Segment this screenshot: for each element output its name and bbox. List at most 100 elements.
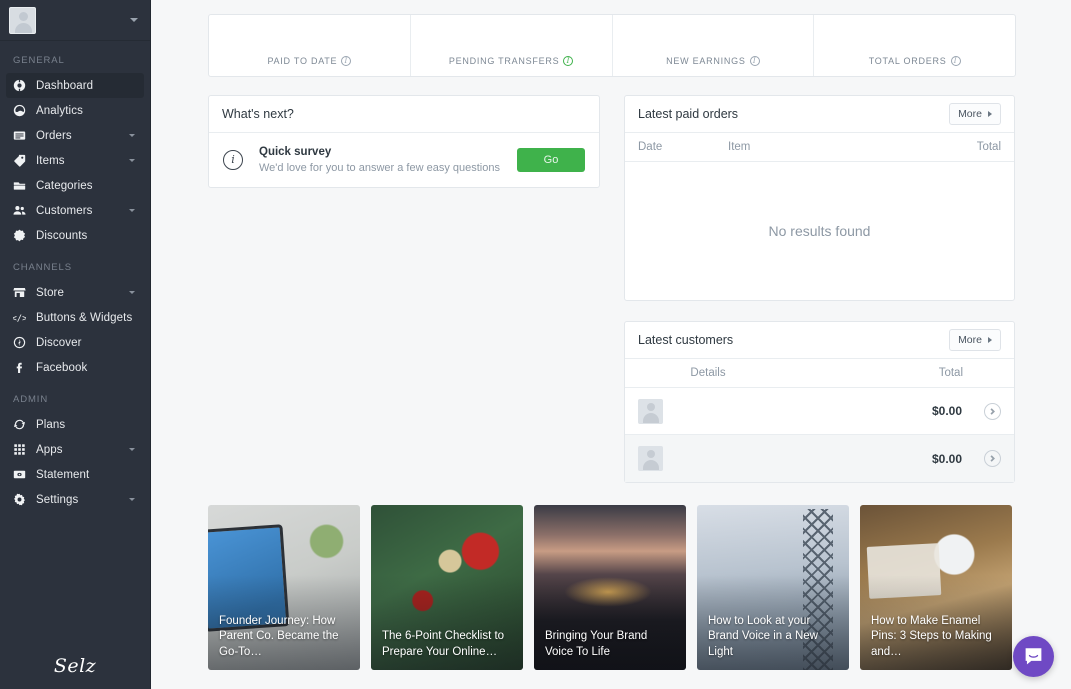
- blog-card[interactable]: The 6-Point Checklist to Prepare Your On…: [371, 505, 523, 670]
- sidebar-item-label: Store: [36, 286, 64, 299]
- latest-paid-orders-more-button[interactable]: More: [949, 103, 1001, 125]
- stat-card-new-earnings: NEW EARNINGS i: [613, 15, 815, 76]
- stat-label-text: PAID TO DATE: [267, 56, 338, 66]
- quick-survey-subtitle: We'd love for you to answer a few easy q…: [259, 162, 500, 174]
- chevron-down-icon[interactable]: [129, 159, 135, 162]
- orders-col-total: Total: [976, 141, 1001, 153]
- info-icon[interactable]: i: [341, 56, 352, 66]
- quick-survey-title: Quick survey: [259, 146, 332, 158]
- sidebar-item-label: Customers: [36, 204, 93, 217]
- stat-label-text: PENDING TRANSFERS: [448, 56, 560, 66]
- blog-card[interactable]: How to Make Enamel Pins: 3 Steps to Maki…: [860, 505, 1012, 670]
- sidebar: GENERAL Dashboard Analytics Orders Items Cate…: [0, 0, 151, 689]
- chevron-down-icon[interactable]: [129, 134, 135, 137]
- blog-card-title: Bringing Your Brand Voice To Life: [545, 630, 648, 658]
- customer-row[interactable]: $0.00: [625, 388, 1014, 435]
- customers-col-total: Total: [938, 367, 963, 379]
- stat-label: PAID TO DATE i: [267, 56, 352, 66]
- chevron-right-icon[interactable]: [984, 402, 1001, 420]
- sidebar-section-title-general: GENERAL: [13, 55, 65, 66]
- sidebar-item-buttons-widgets[interactable]: </> Buttons & Widgets: [6, 305, 144, 330]
- sidebar-item-customers[interactable]: Customers: [6, 198, 144, 223]
- info-icon[interactable]: i: [950, 56, 961, 66]
- customers-table-body: $0.00 $0.00: [625, 388, 1014, 482]
- sidebar-item-categories[interactable]: Categories: [6, 173, 144, 198]
- chevron-down-icon[interactable]: [129, 291, 135, 294]
- sidebar-item-settings[interactable]: Settings: [6, 487, 144, 512]
- sidebar-item-store[interactable]: Store: [6, 280, 144, 305]
- blog-card-title: Founder Journey: How Parent Co. Became t…: [219, 614, 339, 658]
- info-circle-icon: i: [223, 150, 243, 170]
- sidebar-section-title-channels: CHANNELS: [13, 262, 72, 273]
- sidebar-item-label: Plans: [36, 418, 66, 431]
- sidebar-item-label: Buttons & Widgets: [36, 311, 133, 324]
- sidebar-item-plans[interactable]: Plans: [6, 412, 144, 437]
- stat-card-pending-transfers: PENDING TRANSFERS i: [411, 15, 613, 76]
- chat-launcher-button[interactable]: [1013, 636, 1054, 677]
- sidebar-item-discounts[interactable]: Discounts: [6, 223, 144, 248]
- quick-survey-go-button[interactable]: Go: [517, 148, 585, 172]
- sidebar-item-items[interactable]: Items: [6, 148, 144, 173]
- whats-next-header: What's next?: [209, 96, 599, 133]
- chevron-down-icon[interactable]: [129, 209, 135, 212]
- chevron-down-icon[interactable]: [129, 448, 135, 451]
- stat-card-paid-to-date: PAID TO DATE i: [209, 15, 411, 76]
- sidebar-item-analytics[interactable]: Analytics: [6, 98, 144, 123]
- sidebar-item-orders[interactable]: Orders: [6, 123, 144, 148]
- info-icon-green[interactable]: i: [563, 56, 574, 66]
- chevron-right-icon: [988, 111, 992, 117]
- whats-next-card: What's next? i Quick survey We'd love fo…: [208, 95, 600, 188]
- sidebar-item-label: Settings: [36, 493, 79, 506]
- chat-bubble-icon: [1025, 648, 1042, 665]
- people-icon: [13, 204, 26, 217]
- blog-card[interactable]: Founder Journey: How Parent Co. Became t…: [208, 505, 360, 670]
- app-root: GENERAL Dashboard Analytics Orders Items Cate…: [0, 0, 1071, 689]
- stat-label: PENDING TRANSFERS i: [449, 56, 574, 66]
- info-icon[interactable]: i: [749, 56, 760, 66]
- blog-card-strip: Founder Journey: How Parent Co. Became t…: [208, 505, 1016, 670]
- stats-row: PAID TO DATE i PENDING TRANSFERS i NEW EARNI…: [208, 14, 1016, 77]
- right-column: Latest paid orders More Date Item Total …: [624, 95, 1015, 503]
- chevron-right-icon[interactable]: [984, 450, 1001, 467]
- blog-card-title: The 6-Point Checklist to Prepare Your On…: [382, 630, 505, 658]
- latest-paid-orders-card: Latest paid orders More Date Item Total …: [624, 95, 1015, 301]
- sidebar-item-label: Categories: [36, 179, 93, 192]
- dashboard-columns: What's next? i Quick survey We'd love fo…: [208, 95, 1016, 503]
- left-column: What's next? i Quick survey We'd love fo…: [208, 95, 600, 503]
- orders-col-item: Item: [728, 141, 751, 153]
- chevron-down-icon[interactable]: [129, 498, 135, 501]
- stat-label-text: TOTAL ORDERS: [868, 56, 947, 66]
- sidebar-item-statement[interactable]: Statement: [6, 462, 144, 487]
- orders-empty-state: No results found: [768, 223, 871, 239]
- discover-icon: [13, 336, 26, 349]
- sidebar-item-label: Orders: [36, 129, 72, 142]
- sidebar-nav: GENERAL Dashboard Analytics Orders Items Cate…: [0, 41, 150, 512]
- sidebar-item-label: Dashboard: [36, 79, 94, 92]
- profile-menu[interactable]: [0, 0, 150, 41]
- customer-avatar: [638, 446, 663, 471]
- avatar: [9, 6, 36, 34]
- chevron-down-icon[interactable]: [130, 18, 138, 22]
- quick-survey-row: i Quick survey We'd love for you to answ…: [209, 133, 599, 187]
- more-label: More: [958, 108, 982, 120]
- customer-row[interactable]: $0.00: [625, 435, 1014, 482]
- refresh-icon: [13, 418, 26, 431]
- sidebar-item-label: Discounts: [36, 229, 88, 242]
- facebook-icon: [13, 361, 26, 374]
- customer-total: $0.00: [931, 404, 962, 418]
- code-icon: </>: [13, 311, 26, 324]
- customer-total: $0.00: [931, 451, 962, 466]
- blog-card-title: How to Make Enamel Pins: 3 Steps to Maki…: [871, 614, 992, 658]
- latest-paid-orders-header: Latest paid orders More: [625, 96, 1014, 133]
- sidebar-item-discover[interactable]: Discover: [6, 330, 144, 355]
- sidebar-item-apps[interactable]: Apps: [6, 437, 144, 462]
- customer-avatar: [638, 398, 663, 424]
- customers-table-header: Details Total: [625, 359, 1014, 388]
- blog-card[interactable]: How to Look at your Brand Voice in a New…: [697, 505, 849, 670]
- latest-customers-more-button[interactable]: More: [949, 329, 1001, 351]
- sidebar-item-facebook[interactable]: Facebook: [6, 355, 144, 380]
- blog-card-title: How to Look at your Brand Voice in a New…: [708, 614, 818, 658]
- chevron-right-icon: [988, 337, 992, 343]
- blog-card[interactable]: Bringing Your Brand Voice To Life: [534, 505, 686, 670]
- sidebar-item-dashboard[interactable]: Dashboard: [6, 73, 144, 98]
